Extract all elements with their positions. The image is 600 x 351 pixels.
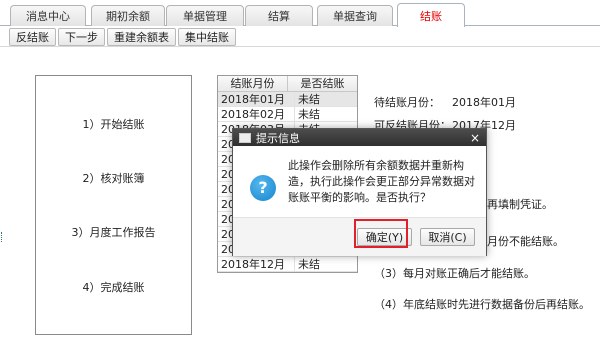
- step-check-ledgers: 2）核对账簿: [82, 172, 145, 185]
- splitter-handle[interactable]: [1, 232, 3, 242]
- cancel-button[interactable]: 取消(C): [420, 228, 475, 246]
- dialog-message: 此操作会删除所有余额数据并重新构造，执行此操作会更正部分异常数据对账账平衡的影响…: [288, 159, 475, 204]
- dialog-body: ? 此操作会删除所有余额数据并重新构造，执行此操作会更正部分异常数据对账账平衡的…: [233, 146, 486, 216]
- close-icon[interactable]: ×: [470, 132, 480, 144]
- step-start-closing: 1）开始结账: [82, 118, 145, 131]
- toolbar: 反结账 下一步 重建余额表 集中结账: [0, 27, 236, 47]
- note-1: 再填制凭证。: [487, 198, 553, 211]
- toolbar-divider: [0, 46, 600, 47]
- dialog-title: 提示信息: [256, 131, 300, 145]
- month-cell: 2018年01月: [218, 92, 295, 106]
- tab-label: 单据管理: [183, 10, 227, 23]
- undo-close-button[interactable]: 反结账: [9, 28, 56, 46]
- note-3: （3）每月对账正确后才能结账。: [374, 267, 535, 280]
- tab-close-accounts[interactable]: 结账: [397, 3, 465, 27]
- steps-panel: 1）开始结账 2）核对账簿 3）月度工作报告 4）完成结账: [35, 75, 192, 335]
- window-icon: [239, 132, 251, 143]
- tab-label: 期初余额: [106, 10, 150, 23]
- tab-settlement[interactable]: 结算: [245, 5, 313, 26]
- pending-month-value: 2018年01月: [452, 96, 516, 109]
- tab-label: 结算: [268, 10, 290, 23]
- column-header-month[interactable]: 结账月份: [218, 76, 288, 91]
- table-row[interactable]: 2018年01月 未结: [218, 92, 357, 107]
- question-icon: ?: [250, 175, 276, 201]
- tab-opening-balance[interactable]: 期初余额: [91, 5, 165, 26]
- status-cell: 未结: [298, 108, 320, 121]
- tab-document-management[interactable]: 单据管理: [166, 5, 244, 26]
- ok-highlight-box: [354, 219, 408, 248]
- note-2: 月份不能结账。: [487, 235, 564, 248]
- pending-month-label: 待结账月份：: [374, 96, 440, 109]
- rebuild-balance-button[interactable]: 重建余额表: [107, 28, 176, 46]
- tab-label: 单据查询: [333, 10, 377, 23]
- tab-message-center[interactable]: 消息中心: [10, 5, 86, 26]
- dialog-title-bar[interactable]: 提示信息 ×: [233, 129, 486, 146]
- status-cell: 未结: [298, 258, 320, 271]
- month-cell: 2018年12月: [218, 257, 295, 271]
- tab-document-query[interactable]: 单据查询: [317, 5, 393, 26]
- step-monthly-report: 3）月度工作报告: [71, 226, 156, 239]
- batch-close-button[interactable]: 集中结账: [178, 28, 236, 46]
- step-finish-closing: 4）完成结账: [82, 281, 145, 294]
- column-header-closed[interactable]: 是否结账: [288, 76, 357, 91]
- tab-label: 结账: [420, 9, 442, 23]
- note-4: （4）年底结账时先进行数据备份后再结账。: [374, 298, 590, 311]
- status-cell: 未结: [298, 93, 320, 106]
- table-row[interactable]: 2018年12月 未结: [218, 257, 357, 272]
- next-step-button[interactable]: 下一步: [58, 28, 105, 46]
- month-cell: 2018年02月: [218, 107, 295, 121]
- tab-bar: 消息中心 期初余额 单据管理 结算 单据查询 结账: [0, 0, 600, 27]
- table-row[interactable]: 2018年02月 未结: [218, 107, 357, 122]
- table-header: 结账月份 是否结账: [218, 76, 357, 92]
- tab-label: 消息中心: [26, 10, 70, 23]
